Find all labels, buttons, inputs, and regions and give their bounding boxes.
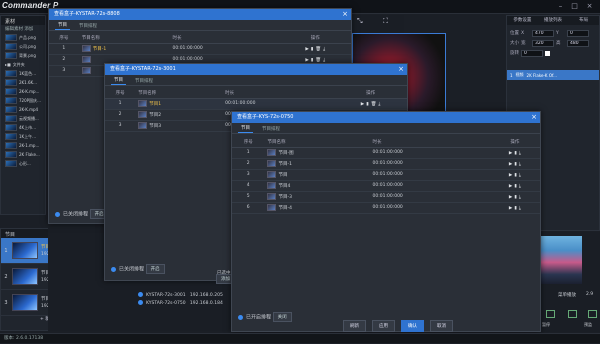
- schedule-status-icon: [238, 314, 243, 320]
- expand-icon[interactable]: ⛶: [383, 17, 388, 26]
- dialog-title: 查看盒子-KYSTAR-72s-8808 ×: [49, 9, 351, 20]
- tab-schedule[interactable]: 节目排程: [76, 22, 100, 30]
- pause-icon[interactable]: [568, 310, 577, 318]
- asset-toolbar[interactable]: 编辑素材 添加: [1, 25, 45, 33]
- device-row[interactable]: KYSTAR-72s-3001 192.168.0.205: [138, 292, 223, 300]
- asset-thumbnail: [5, 97, 17, 104]
- table-row[interactable]: 4 节目4 00:01:00:000 ▶ ▮ ⤓: [232, 180, 540, 192]
- asset-item[interactable]: 产品.png: [1, 33, 45, 42]
- asset-thumbnail: [5, 106, 17, 113]
- program-thumbnail: [12, 242, 38, 259]
- rotation-input[interactable]: [521, 49, 543, 57]
- confirm-button[interactable]: 确认: [401, 320, 424, 332]
- row-actions[interactable]: ▶ ▮ 🗑 ⤓: [279, 43, 351, 55]
- asset-item[interactable]: 1K上午...: [1, 132, 45, 141]
- close-icon[interactable]: ×: [531, 112, 537, 123]
- asset-thumbnail: [5, 124, 17, 131]
- refresh-button[interactable]: 刷新: [343, 320, 366, 332]
- cancel-button[interactable]: 取消: [430, 320, 453, 332]
- device-row[interactable]: KYSTAR-72s-0750 192.168.0.184: [138, 300, 223, 308]
- asset-thumbnail: [5, 79, 17, 86]
- disable-schedule-button[interactable]: 关闭: [272, 312, 292, 322]
- crop-icon[interactable]: ⤡: [357, 17, 363, 26]
- asset-thumbnail: [5, 133, 17, 140]
- monitor-icon[interactable]: [588, 310, 597, 318]
- close-icon[interactable]: ×: [585, 2, 594, 11]
- asset-thumbnail: [5, 88, 17, 95]
- tab-programs[interactable]: 节目: [111, 76, 126, 85]
- tab-parameters[interactable]: 参数设置: [507, 16, 538, 25]
- asset-item[interactable]: 2K Flake...: [1, 150, 45, 159]
- asset-panel-header: 素材: [1, 16, 45, 25]
- device-list: KYSTAR-72s-3001 192.168.0.205 KYSTAR-72s…: [138, 292, 223, 308]
- asset-thumbnail: [5, 52, 17, 59]
- maximize-icon[interactable]: □: [570, 2, 579, 11]
- asset-item[interactable]: 背景.png: [1, 51, 45, 60]
- folder-icon: ▸■: [5, 62, 11, 67]
- height-input[interactable]: [567, 39, 589, 47]
- table-row[interactable]: 6 节目-4 00:01:00:000 ▶ ▮ ⤓: [232, 202, 540, 214]
- asset-item[interactable]: 1K蓝色...: [1, 69, 45, 78]
- table-row[interactable]: 1 节目-1 00:01:00:000 ▶ ▮ 🗑 ⤓: [49, 43, 351, 55]
- tab-programs[interactable]: 节目: [55, 21, 70, 30]
- tab-programs[interactable]: 节目: [238, 124, 253, 133]
- table-row[interactable]: 2 节目-1 00:01:00:000 ▶ ▮ ⤓: [232, 158, 540, 170]
- program-thumbnail: [81, 45, 91, 52]
- asset-panel: 素材 编辑素材 添加 产品.png 公司.png 背景.png ▸■ 文件夹 1K…: [0, 15, 46, 215]
- apply-button[interactable]: 应用: [372, 320, 395, 332]
- layer-row[interactable]: 1 视频 2K Flake-K Of...: [507, 70, 599, 80]
- table-row[interactable]: 5 节目-3 00:01:00:000 ▶ ▮ ⤓: [232, 191, 540, 203]
- asset-thumbnail: [5, 43, 17, 50]
- width-input[interactable]: [532, 39, 554, 47]
- schedule-status-icon: [55, 211, 60, 217]
- asset-item[interactable]: 公司.png: [1, 42, 45, 51]
- asset-item[interactable]: 720P国庆...: [1, 96, 45, 105]
- device-dialog-3: 查看盒子-KYS-72s-0750 × 节目 节目排程 序号 节目名称 时长 操作 1 节目…: [231, 111, 541, 332]
- program-thumbnail: [12, 268, 38, 285]
- properties-tabs: 参数设置 播放列表 布局: [507, 16, 599, 25]
- asset-item[interactable]: 2K1.6K...: [1, 78, 45, 87]
- output-preview-image: [536, 236, 582, 284]
- play-icon[interactable]: [546, 310, 555, 318]
- x-input[interactable]: [532, 29, 554, 37]
- close-icon[interactable]: ×: [342, 9, 348, 20]
- asset-thumbnail: [5, 142, 17, 149]
- table-row[interactable]: 1 节目1 00:01:00:000 ▶ ▮ 🗑 ⤓: [105, 98, 407, 110]
- checkbox-icon[interactable]: [545, 50, 550, 56]
- table-row[interactable]: 1 节目-图 00:01:00:000 ▶ ▮ ⤓: [232, 147, 540, 159]
- y-input[interactable]: [567, 29, 589, 37]
- asset-thumbnail: [5, 151, 17, 158]
- tab-playlist[interactable]: 播放列表: [538, 16, 569, 25]
- asset-thumbnail: [5, 115, 17, 122]
- dialog-actions: 刷新 应用 确认 取消: [337, 320, 453, 332]
- table-row[interactable]: 3 节目 00:01:00:000 ▶ ▮ ⤓: [232, 169, 540, 181]
- asset-thumbnail: [5, 160, 17, 167]
- asset-item[interactable]: 心形...: [1, 159, 45, 168]
- program-thumbnail: [12, 294, 38, 311]
- schedule-footer: 已关闭排程 开启: [55, 209, 109, 219]
- tab-schedule[interactable]: 节目排程: [132, 77, 156, 85]
- asset-item[interactable]: 云视频播...: [1, 114, 45, 123]
- folder-row[interactable]: ▸■ 文件夹: [1, 60, 45, 69]
- asset-thumbnail: [5, 70, 17, 77]
- tab-schedule[interactable]: 节目排程: [259, 125, 283, 133]
- minimize-icon[interactable]: –: [556, 2, 565, 11]
- enable-schedule-button[interactable]: 开启: [145, 264, 165, 274]
- asset-item[interactable]: 2K-K.mp...: [1, 87, 45, 96]
- asset-item[interactable]: 4K上市...: [1, 123, 45, 132]
- asset-item[interactable]: 2K-K.mp4: [1, 105, 45, 114]
- tab-layout[interactable]: 布局: [568, 16, 599, 25]
- asset-thumbnail: [5, 34, 17, 41]
- status-bar: 版本: 2.6.0.17138: [0, 333, 600, 343]
- asset-item[interactable]: 2K-1.mp...: [1, 141, 45, 150]
- close-icon[interactable]: ×: [398, 64, 404, 75]
